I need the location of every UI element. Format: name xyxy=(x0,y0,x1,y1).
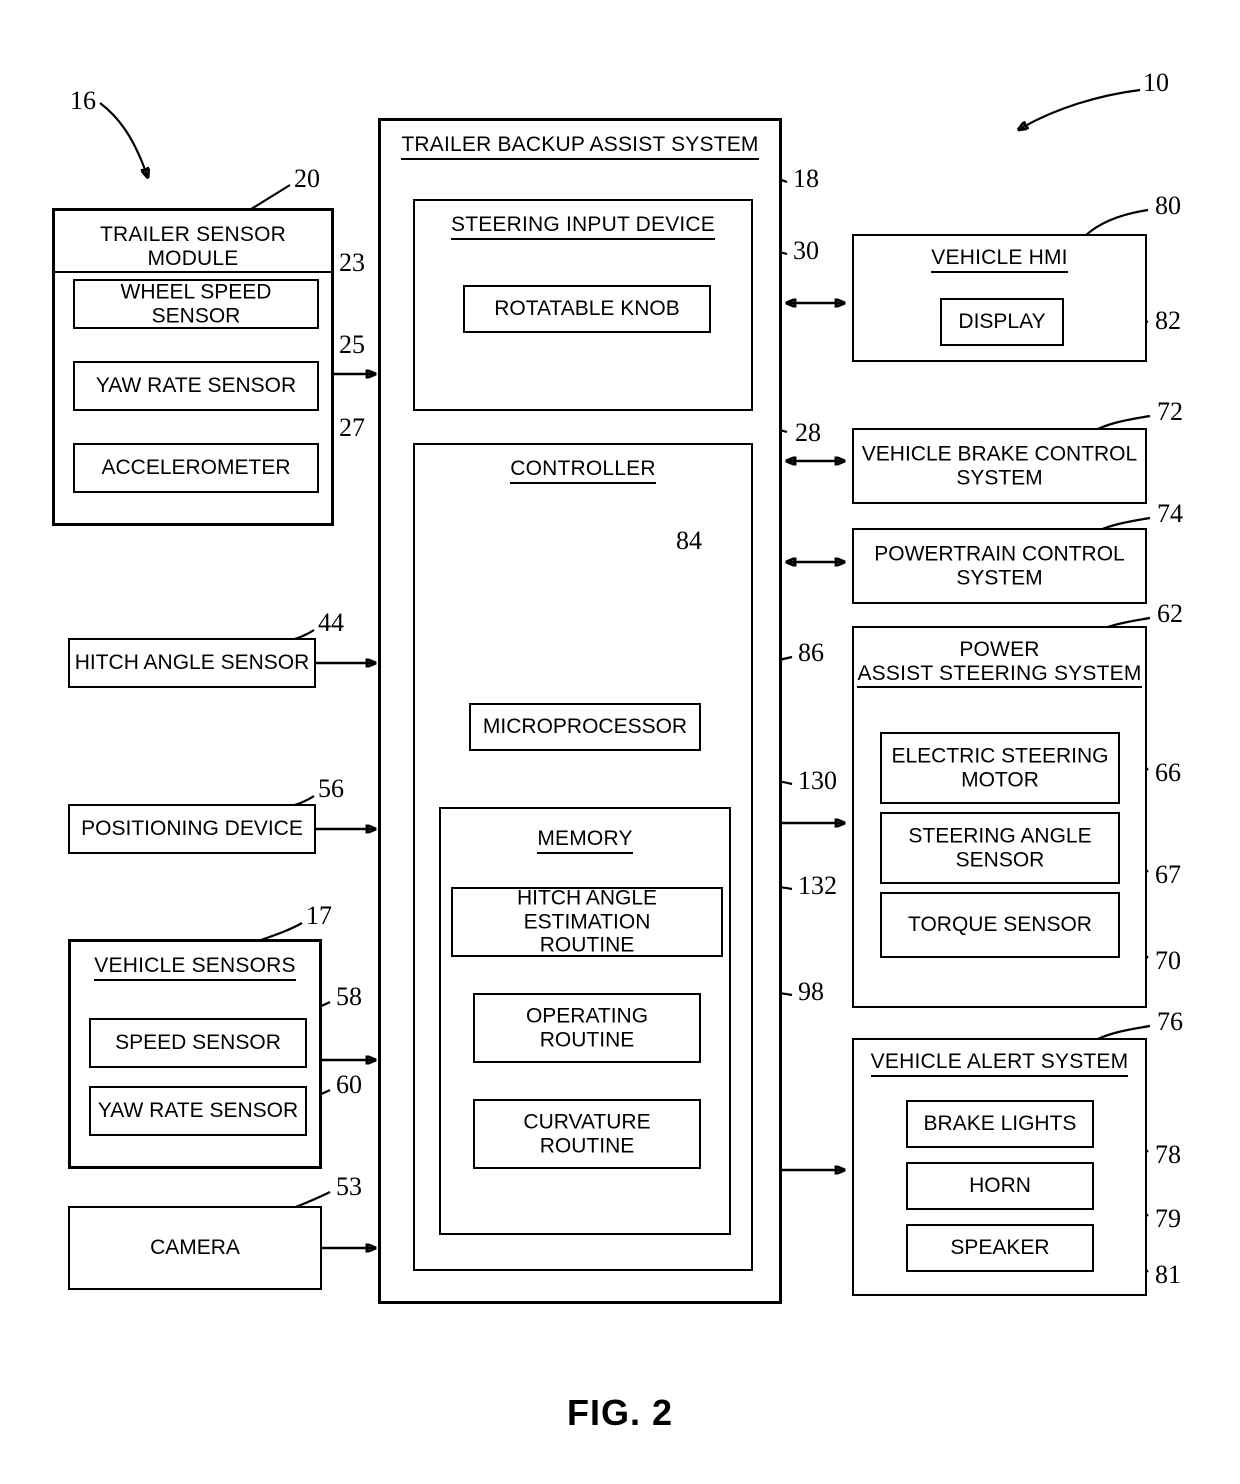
brake-lights: BRAKE LIGHTS xyxy=(906,1100,1094,1148)
vehicle-yaw-rate-sensor: YAW RATE SENSOR xyxy=(89,1086,307,1136)
rotatable-knob: ROTATABLE KNOB xyxy=(463,285,711,333)
ref-74: 74 xyxy=(1157,499,1183,528)
wheel-speed-sensor: WHEEL SPEED SENSOR xyxy=(73,279,319,329)
curvature-routine: CURVATURE ROUTINE xyxy=(473,1099,701,1169)
ref-72: 72 xyxy=(1157,397,1183,426)
speed-sensor-label: SPEED SENSOR xyxy=(115,1031,281,1055)
vehicle-hmi: VEHICLE HMI DISPLAY xyxy=(852,234,1147,362)
torque-sensor-label: TORQUE SENSOR xyxy=(908,913,1092,937)
trailer-yaw-rate-sensor-label: YAW RATE SENSOR xyxy=(95,374,297,398)
ref-16: 16 xyxy=(70,86,96,115)
ref-62: 62 xyxy=(1157,599,1183,628)
ref-53: 53 xyxy=(336,1172,362,1201)
accelerometer: ACCELEROMETER xyxy=(73,443,319,493)
power-assist-steering-system-title: POWER ASSIST STEERING SYSTEM xyxy=(857,638,1142,689)
brake-lights-label: BRAKE LIGHTS xyxy=(923,1112,1077,1136)
operating-routine-label: OPERATING ROUTINE xyxy=(525,1004,649,1051)
accelerometer-label: ACCELEROMETER xyxy=(101,456,291,480)
steering-angle-sensor: STEERING ANGLE SENSOR xyxy=(880,812,1120,884)
ref-70: 70 xyxy=(1155,946,1181,975)
ref-76: 76 xyxy=(1157,1007,1183,1036)
controller-title: CONTROLLER xyxy=(510,457,656,484)
vehicle-sensors-title: VEHICLE SENSORS xyxy=(94,954,296,981)
trailer-backup-assist-system-title: TRAILER BACKUP ASSIST SYSTEM xyxy=(401,133,759,160)
memory: MEMORY HITCH ANGLE ESTIMATION ROUTINE OP… xyxy=(439,807,731,1235)
curvature-routine-label: CURVATURE ROUTINE xyxy=(523,1110,651,1157)
display-label: DISPLAY xyxy=(958,310,1046,334)
vehicle-alert-system-title: VEHICLE ALERT SYSTEM xyxy=(870,1050,1129,1077)
powertrain-control-system: POWERTRAIN CONTROL SYSTEM xyxy=(852,528,1147,604)
trailer-yaw-rate-sensor: YAW RATE SENSOR xyxy=(73,361,319,411)
vehicle-alert-system: VEHICLE ALERT SYSTEM BRAKE LIGHTS HORN S… xyxy=(852,1038,1147,1296)
camera: CAMERA xyxy=(68,1206,322,1290)
vehicle-brake-control-system-label: VEHICLE BRAKE CONTROL SYSTEM xyxy=(861,442,1138,489)
steering-angle-sensor-label: STEERING ANGLE SENSOR xyxy=(908,824,1092,871)
ref-10: 10 xyxy=(1143,68,1169,97)
wheel-speed-sensor-label: WHEEL SPEED SENSOR xyxy=(120,280,272,327)
microprocessor: MICROPROCESSOR xyxy=(469,703,701,751)
electric-steering-motor: ELECTRIC STEERING MOTOR xyxy=(880,732,1120,804)
ref-23: 23 xyxy=(339,248,365,277)
powertrain-control-system-label: POWERTRAIN CONTROL SYSTEM xyxy=(874,542,1125,589)
hitch-angle-estimation-routine-label: HITCH ANGLE ESTIMATION ROUTINE xyxy=(516,886,658,957)
ref-130: 130 xyxy=(798,766,837,795)
ref-132: 132 xyxy=(798,871,837,900)
vehicle-brake-control-system: VEHICLE BRAKE CONTROL SYSTEM xyxy=(852,428,1147,504)
ref-20: 20 xyxy=(294,164,320,193)
ref-30: 30 xyxy=(793,236,819,265)
figure-caption: FIG. 2 xyxy=(566,1392,674,1433)
speaker-label: SPEAKER xyxy=(950,1236,1050,1260)
ref-17: 17 xyxy=(306,901,332,930)
positioning-device: POSITIONING DEVICE xyxy=(68,804,316,854)
patent-figure-canvas: TRAILER SENSOR MODULE WHEEL SPEED SENSOR… xyxy=(0,0,1240,1484)
camera-label: CAMERA xyxy=(150,1236,240,1260)
operating-routine: OPERATING ROUTINE xyxy=(473,993,701,1063)
display: DISPLAY xyxy=(940,298,1064,346)
microprocessor-label: MICROPROCESSOR xyxy=(482,715,688,739)
positioning-device-label: POSITIONING DEVICE xyxy=(81,817,303,841)
horn-label: HORN xyxy=(969,1174,1031,1198)
ref-66: 66 xyxy=(1155,758,1181,787)
ref-44: 44 xyxy=(318,608,344,637)
trailer-backup-assist-system: TRAILER BACKUP ASSIST SYSTEM STEERING IN… xyxy=(378,118,782,1304)
power-assist-steering-system: POWER ASSIST STEERING SYSTEM ELECTRIC ST… xyxy=(852,626,1147,1008)
memory-title: MEMORY xyxy=(537,827,633,854)
ref-27: 27 xyxy=(339,413,365,442)
trailer-sensor-module: TRAILER SENSOR MODULE WHEEL SPEED SENSOR… xyxy=(52,208,334,526)
ref-82: 82 xyxy=(1155,306,1181,335)
ref-60: 60 xyxy=(336,1070,362,1099)
vehicle-sensors: VEHICLE SENSORS SPEED SENSOR YAW RATE SE… xyxy=(68,939,322,1169)
hitch-angle-sensor-label: HITCH ANGLE SENSOR xyxy=(74,651,310,675)
ref-79: 79 xyxy=(1155,1204,1181,1233)
ref-84: 84 xyxy=(676,526,702,555)
ref-56: 56 xyxy=(318,774,344,803)
steering-input-device: STEERING INPUT DEVICE ROTATABLE KNOB xyxy=(413,199,753,411)
torque-sensor: TORQUE SENSOR xyxy=(880,892,1120,958)
ref-58: 58 xyxy=(336,982,362,1011)
controller: CONTROLLER MICROPROCESSOR MEMORY HITCH A… xyxy=(413,443,753,1271)
ref-67: 67 xyxy=(1155,860,1181,889)
ref-81: 81 xyxy=(1155,1260,1181,1289)
ref-28: 28 xyxy=(795,418,821,447)
trailer-sensor-module-title: TRAILER SENSOR MODULE xyxy=(55,223,331,274)
speed-sensor: SPEED SENSOR xyxy=(89,1018,307,1068)
horn: HORN xyxy=(906,1162,1094,1210)
ref-78: 78 xyxy=(1155,1140,1181,1169)
vehicle-yaw-rate-sensor-label: YAW RATE SENSOR xyxy=(97,1099,299,1123)
ref-98: 98 xyxy=(798,977,824,1006)
steering-input-device-title: STEERING INPUT DEVICE xyxy=(450,213,716,240)
hitch-angle-estimation-routine: HITCH ANGLE ESTIMATION ROUTINE xyxy=(451,887,723,957)
vehicle-hmi-title: VEHICLE HMI xyxy=(931,246,1068,273)
ref-80: 80 xyxy=(1155,191,1181,220)
electric-steering-motor-label: ELECTRIC STEERING MOTOR xyxy=(891,744,1109,791)
speaker: SPEAKER xyxy=(906,1224,1094,1272)
rotatable-knob-label: ROTATABLE KNOB xyxy=(494,297,680,321)
hitch-angle-sensor: HITCH ANGLE SENSOR xyxy=(68,638,316,688)
ref-86: 86 xyxy=(798,638,824,667)
ref-25: 25 xyxy=(339,330,365,359)
ref-18: 18 xyxy=(793,164,819,193)
